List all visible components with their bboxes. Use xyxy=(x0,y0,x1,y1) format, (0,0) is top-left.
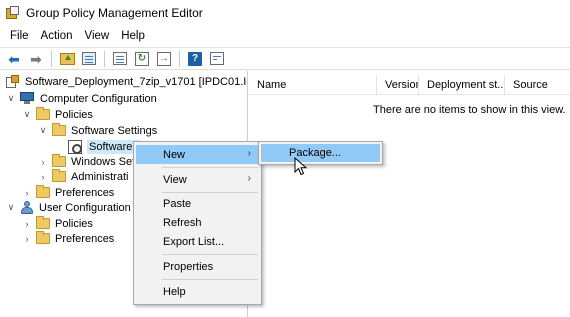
chevron-right-icon[interactable]: › xyxy=(22,188,32,198)
menu-file[interactable]: File xyxy=(4,30,35,42)
folder-icon xyxy=(36,231,50,244)
chevron-right-icon[interactable]: › xyxy=(38,172,48,182)
help-icon: ? xyxy=(188,51,202,66)
tree-item-label: Preferences xyxy=(55,232,115,245)
menu-item-label: New xyxy=(163,148,186,161)
tree-item-label: Software_Deployment_7zip_v1701 [IPDC01.I… xyxy=(25,75,247,88)
toolbar-separator xyxy=(104,50,105,67)
back-button[interactable]: ⬅ xyxy=(4,50,24,68)
folder-icon xyxy=(36,216,50,229)
chevron-down-icon[interactable]: ∨ xyxy=(6,93,16,104)
folder-icon xyxy=(36,107,50,120)
column-header-source[interactable]: Source xyxy=(505,75,570,95)
tree-item-label: User Configuration xyxy=(39,201,131,214)
tree-item-label: Preferences xyxy=(55,186,115,199)
tree-item-label: Policies xyxy=(55,108,93,121)
refresh-button[interactable]: ↻ xyxy=(132,50,152,68)
folder-icon xyxy=(52,123,66,136)
folder-icon xyxy=(36,185,50,198)
export-list-button[interactable]: → xyxy=(154,50,174,68)
menu-item-label: Refresh xyxy=(163,216,202,229)
column-header-version[interactable]: Version xyxy=(377,74,419,95)
back-icon: ⬅ xyxy=(8,50,20,67)
result-pane: Name Version Deployment st... Source The… xyxy=(249,71,570,317)
window-title: Group Policy Management Editor xyxy=(26,6,203,20)
properties-button[interactable] xyxy=(110,50,130,68)
menu-view[interactable]: View xyxy=(79,30,116,42)
chevron-down-icon[interactable]: ∨ xyxy=(6,202,16,213)
toolbar-separator xyxy=(179,50,180,67)
context-menu-properties[interactable]: Properties xyxy=(136,257,259,276)
export-list-icon: → xyxy=(157,51,171,66)
gpo-editor-app-icon xyxy=(6,6,20,20)
menu-separator xyxy=(162,192,258,193)
user-icon xyxy=(20,200,34,215)
toolbar-separator xyxy=(51,50,52,67)
tree-item-label-selected: Software i xyxy=(87,139,140,154)
up-folder-icon xyxy=(59,52,75,65)
list-header: Name Version Deployment st... Source xyxy=(249,74,570,95)
context-menu: New › View › Paste Refresh Export List..… xyxy=(133,141,262,305)
tree-item-label: Policies xyxy=(55,217,93,230)
tree-item-user-configuration[interactable]: ∨ User Configuration xyxy=(6,199,131,216)
gpo-icon xyxy=(6,75,20,88)
toolbar: ⬅ ➡ ↻ → ? xyxy=(0,47,570,70)
up-one-level-button[interactable] xyxy=(57,50,77,68)
empty-list-message: There are no items to show in this view. xyxy=(373,104,566,116)
show-hide-tree-icon xyxy=(82,52,96,65)
context-menu-export-list[interactable]: Export List... xyxy=(136,232,259,251)
tree-item-computer-configuration[interactable]: ∨ Computer Configuration xyxy=(6,90,157,107)
menu-item-label: Paste xyxy=(163,197,192,210)
chevron-right-icon: › xyxy=(247,148,251,159)
menu-action[interactable]: Action xyxy=(35,30,79,42)
tree-item-label: Software Settings xyxy=(71,124,158,137)
chevron-down-icon[interactable]: ∨ xyxy=(38,125,48,136)
refresh-icon: ↻ xyxy=(135,51,149,66)
context-menu-view[interactable]: View › xyxy=(136,170,259,189)
tree-item-label: Administrati xyxy=(71,170,129,183)
folder-icon xyxy=(52,154,66,167)
show-hide-tree-button[interactable] xyxy=(79,50,99,68)
menu-separator xyxy=(162,279,258,280)
forward-icon: ➡ xyxy=(30,50,42,67)
show-hide-action-pane-button[interactable] xyxy=(207,50,227,68)
chevron-right-icon[interactable]: › xyxy=(22,219,32,229)
menu-separator xyxy=(162,167,258,168)
tree-item-gpo-root[interactable]: Software_Deployment_7zip_v1701 [IPDC01.I… xyxy=(6,73,247,90)
tree-item-label: Windows Set xyxy=(71,155,136,168)
menu-item-label: Help xyxy=(163,285,186,298)
context-menu-new[interactable]: New › xyxy=(136,145,259,164)
context-menu-help[interactable]: Help xyxy=(136,282,259,301)
show-hide-action-pane-icon xyxy=(210,52,224,65)
menu-help[interactable]: Help xyxy=(115,30,151,42)
chevron-down-icon[interactable]: ∨ xyxy=(22,109,32,120)
chevron-right-icon[interactable]: › xyxy=(38,157,48,167)
menu-bar: File Action View Help xyxy=(0,26,570,46)
title-bar: Group Policy Management Editor xyxy=(0,0,570,26)
column-header-name[interactable]: Name xyxy=(249,74,377,95)
context-menu-paste[interactable]: Paste xyxy=(136,194,259,213)
tree-item-cc-policies[interactable]: ∨ Policies xyxy=(22,106,93,123)
mouse-pointer-icon xyxy=(294,157,308,176)
tree-item-administrative-templates[interactable]: › Administrati xyxy=(38,168,128,185)
chevron-right-icon[interactable]: › xyxy=(22,234,32,244)
forward-button[interactable]: ➡ xyxy=(26,50,46,68)
menu-item-label: Properties xyxy=(163,260,214,273)
help-button[interactable]: ? xyxy=(185,50,205,68)
tree-item-software-settings[interactable]: ∨ Software Settings xyxy=(38,122,157,139)
menu-item-label: Export List... xyxy=(163,235,225,248)
menu-separator xyxy=(162,254,258,255)
chevron-right-icon: › xyxy=(247,173,251,184)
context-menu-refresh[interactable]: Refresh xyxy=(136,213,259,232)
folder-icon xyxy=(52,169,66,182)
submenu-package[interactable]: Package... xyxy=(261,144,380,162)
software-installation-icon xyxy=(68,139,82,154)
column-header-deployment-state[interactable]: Deployment st... xyxy=(419,74,505,95)
menu-item-label: View xyxy=(163,173,187,186)
properties-icon xyxy=(113,52,127,65)
tree-item-uc-preferences[interactable]: › Preferences xyxy=(22,230,114,247)
new-submenu: Package... xyxy=(258,141,383,165)
tree-item-label: Computer Configuration xyxy=(40,92,157,105)
computer-icon xyxy=(20,92,35,105)
